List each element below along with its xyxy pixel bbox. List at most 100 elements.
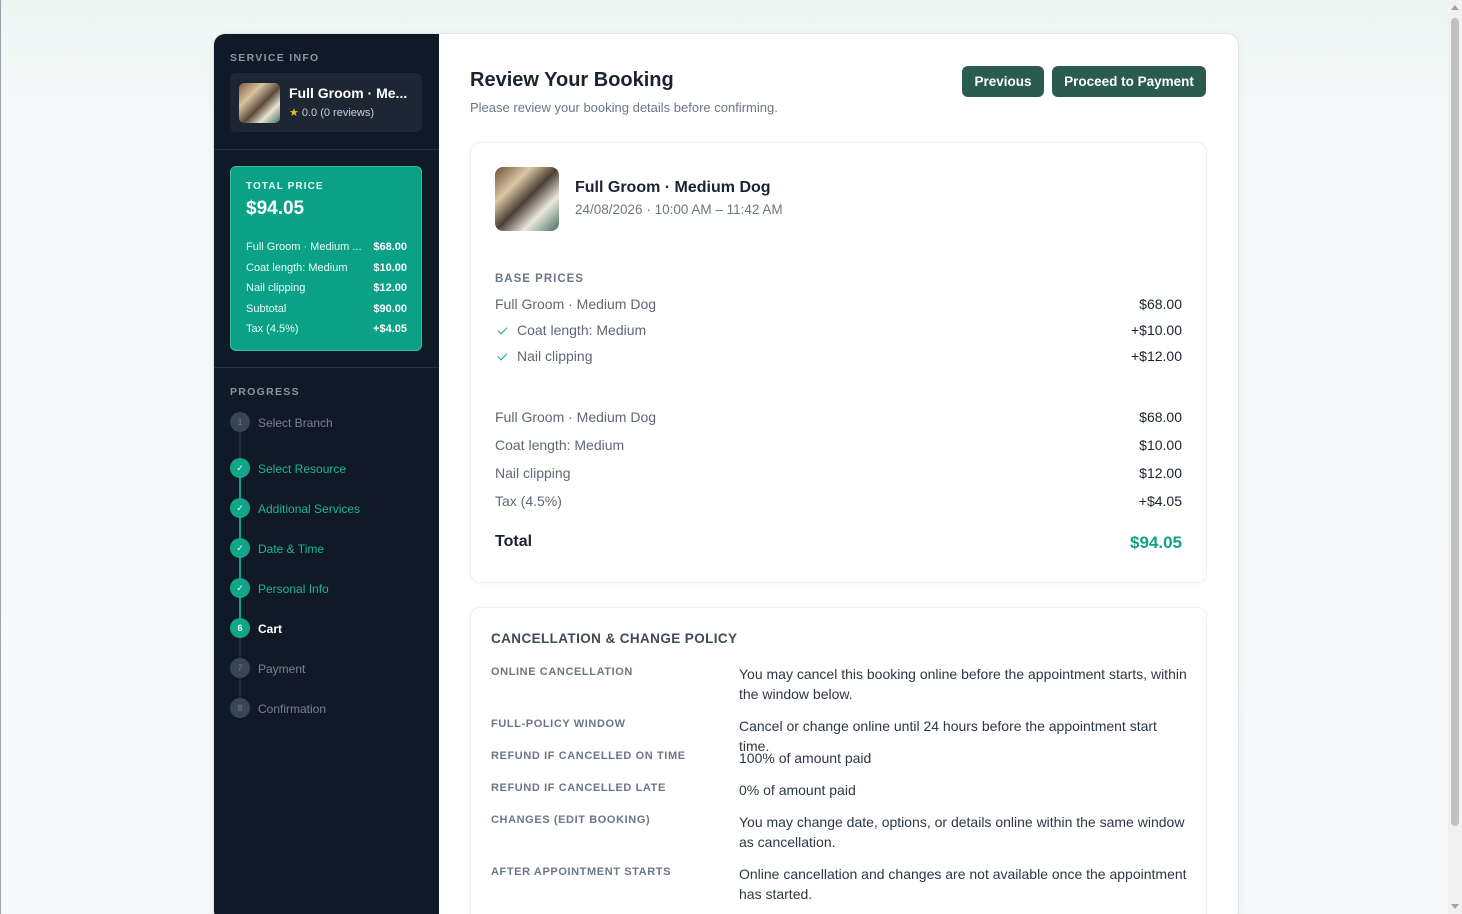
proceed-to-payment-button[interactable]: Proceed to Payment xyxy=(1052,66,1206,97)
line-amount: +$12.00 xyxy=(1131,348,1182,364)
line-label: Coat length: Medium xyxy=(517,322,647,338)
policy-key: FULL-POLICY WINDOW xyxy=(491,718,626,730)
total-price-card: TOTAL PRICE $94.05 Full Groom · Medium .… xyxy=(230,166,422,351)
breakdown-line: Nail clipping $12.00 xyxy=(495,465,1182,481)
price-row-label: Nail clipping xyxy=(246,282,306,295)
line-amount: $68.00 xyxy=(1139,409,1182,425)
price-row-label: Coat length: Medium xyxy=(246,261,348,274)
service-name: Full Groom · Me... xyxy=(289,85,408,101)
step-cart[interactable]: 6 Cart xyxy=(230,618,430,638)
price-row: Tax (4.5%) +$4.05 xyxy=(246,323,407,344)
step-date-time[interactable]: ✓ Date & Time xyxy=(230,538,430,558)
service-card: Full Groom · Me... ★ 0.0 (0 reviews) xyxy=(230,73,422,132)
sidebar-divider xyxy=(214,367,439,368)
step-select-resource[interactable]: ✓ Select Resource xyxy=(230,458,430,478)
service-thumbnail xyxy=(495,167,559,231)
total-row: Total $94.05 xyxy=(495,533,1182,553)
step-select-branch[interactable]: 1 Select Branch xyxy=(230,412,430,432)
breakdown-line: Full Groom · Medium Dog $68.00 xyxy=(495,409,1182,425)
service-info-label: SERVICE INFO xyxy=(230,52,320,64)
step-additional-services[interactable]: ✓ Additional Services xyxy=(230,498,430,518)
step-number: 1 xyxy=(230,412,250,432)
total-label: Total xyxy=(495,533,533,550)
booking-card: SERVICE INFO Full Groom · Me... ★ 0.0 (0 … xyxy=(213,33,1239,914)
check-icon xyxy=(497,350,508,361)
check-icon: ✓ xyxy=(230,538,250,558)
price-row-label: Full Groom · Medium ... xyxy=(246,241,362,253)
line-label: Nail clipping xyxy=(495,465,571,481)
price-breakdown: Full Groom · Medium ... $68.00 Coat lengt… xyxy=(246,241,407,344)
page-subtitle: Please review your booking details befor… xyxy=(470,100,778,115)
summary-datetime: 24/08/2026 · 10:00 AM – 11:42 AM xyxy=(575,202,783,217)
booking-summary: Full Groom · Medium Dog 24/08/2026 · 10:… xyxy=(470,142,1207,583)
base-prices-label: BASE PRICES xyxy=(495,273,584,285)
step-number: 6 xyxy=(230,618,250,638)
base-price-line: Nail clipping +$12.00 xyxy=(495,348,1182,364)
policy-key: REFUND IF CANCELLED LATE xyxy=(491,782,666,794)
scrollbar-thumb[interactable] xyxy=(1451,18,1459,826)
step-label: Additional Services xyxy=(258,502,361,516)
total-value: $94.05 xyxy=(1130,533,1182,552)
line-amount: $12.00 xyxy=(1139,465,1182,481)
breakdown-line: Tax (4.5%) +$4.05 xyxy=(495,493,1182,509)
policy-value: Online cancellation and changes are not … xyxy=(739,866,1187,902)
price-row-label: Subtotal xyxy=(246,302,287,315)
line-label: Full Groom · Medium Dog xyxy=(495,296,657,312)
step-label: Payment xyxy=(258,662,306,676)
price-row-value: $68.00 xyxy=(373,241,407,253)
line-amount: $10.00 xyxy=(1139,437,1182,453)
check-icon: ✓ xyxy=(230,578,250,598)
cancellation-policy: CANCELLATION & CHANGE POLICY ONLINE CANC… xyxy=(470,607,1207,914)
total-price-value: $94.05 xyxy=(246,198,305,219)
price-row: Subtotal $90.00 xyxy=(246,303,407,324)
line-amount: $68.00 xyxy=(1139,296,1182,312)
step-label: Personal Info xyxy=(258,582,329,596)
line-label: Coat length: Medium xyxy=(495,437,625,453)
service-rating: ★ 0.0 (0 reviews) xyxy=(289,106,374,119)
check-icon: ✓ xyxy=(230,498,250,518)
line-label: Nail clipping xyxy=(517,348,593,364)
step-confirmation[interactable]: 8 Confirmation xyxy=(230,698,430,718)
sidebar: SERVICE INFO Full Groom · Me... ★ 0.0 (0 … xyxy=(214,34,439,914)
policy-value: You may cancel this booking online befor… xyxy=(739,666,1187,702)
page-scrollbar[interactable] xyxy=(1448,0,1462,914)
total-price-label: TOTAL PRICE xyxy=(246,181,324,192)
line-amount: +$4.05 xyxy=(1138,493,1182,509)
scroll-down-arrow-icon[interactable] xyxy=(1451,904,1459,909)
step-personal-info[interactable]: ✓ Personal Info xyxy=(230,578,430,598)
step-label: Select Resource xyxy=(258,462,347,476)
price-row: Nail clipping $12.00 xyxy=(246,282,407,303)
base-price-line: Coat length: Medium +$10.00 xyxy=(495,322,1182,338)
price-row-value: $90.00 xyxy=(373,302,407,315)
price-row-value: $10.00 xyxy=(373,261,407,274)
price-row-value: $12.00 xyxy=(373,282,407,295)
summary-service-name: Full Groom · Medium Dog xyxy=(575,179,771,196)
line-amount: +$10.00 xyxy=(1131,322,1182,338)
price-row-label: Tax (4.5%) xyxy=(246,323,299,336)
step-payment[interactable]: 7 Payment xyxy=(230,658,430,678)
price-row: Coat length: Medium $10.00 xyxy=(246,262,407,283)
base-price-line: Full Groom · Medium Dog $68.00 xyxy=(495,296,1182,312)
line-label: Full Groom · Medium Dog xyxy=(495,409,657,425)
scroll-up-arrow-icon[interactable] xyxy=(1451,5,1459,10)
sidebar-divider xyxy=(214,149,439,150)
price-row-value: +$4.05 xyxy=(373,323,407,336)
step-label: Cart xyxy=(258,622,283,636)
policy-key: ONLINE CANCELLATION xyxy=(491,666,633,678)
window-edge xyxy=(0,0,1,914)
service-thumbnail xyxy=(239,83,280,123)
step-label: Confirmation xyxy=(258,702,327,716)
line-label: Tax (4.5%) xyxy=(495,493,562,509)
price-row: Full Groom · Medium ... $68.00 xyxy=(246,241,407,262)
previous-button[interactable]: Previous xyxy=(962,66,1044,97)
policy-key: AFTER APPOINTMENT STARTS xyxy=(491,866,672,878)
policy-key: REFUND IF CANCELLED ON TIME xyxy=(491,750,686,762)
progress-label: PROGRESS xyxy=(230,386,300,398)
policy-key: CHANGES (EDIT BOOKING) xyxy=(491,814,651,826)
breakdown-line: Coat length: Medium $10.00 xyxy=(495,437,1182,453)
check-icon: ✓ xyxy=(230,458,250,478)
policy-value: You may change date, options, or details… xyxy=(739,814,1185,850)
check-icon xyxy=(497,324,508,335)
main-content: Review Your Booking Please review your b… xyxy=(439,34,1238,914)
policy-value: 100% of amount paid xyxy=(739,750,872,766)
